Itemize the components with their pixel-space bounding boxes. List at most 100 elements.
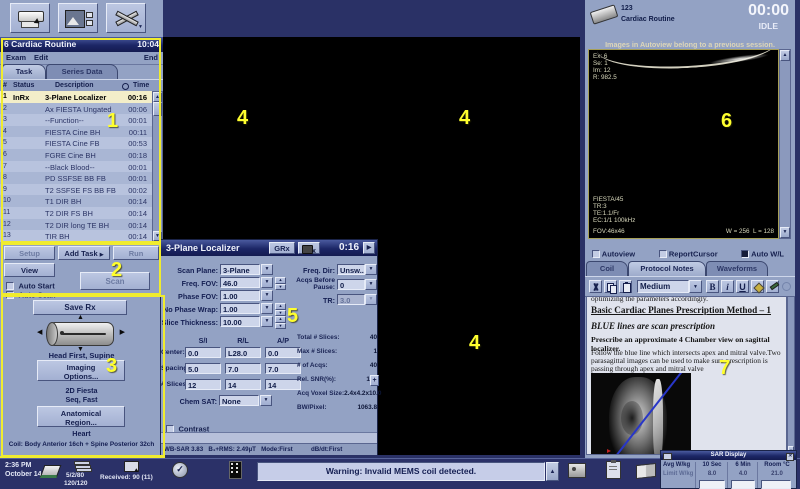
log-book-icon[interactable]	[636, 463, 656, 479]
spacing-ap[interactable]: 7.0	[265, 363, 301, 374]
film-icon[interactable]	[229, 461, 242, 479]
sar-minimize-icon[interactable]	[663, 453, 672, 460]
paste-button[interactable]	[619, 280, 632, 293]
task-row[interactable]: 1InRx3-Plane Localizer00:16	[0, 91, 152, 103]
draw-button[interactable]	[766, 280, 779, 293]
checkbox[interactable]	[659, 250, 667, 258]
task-row[interactable]: 13TIR BH00:14	[0, 230, 152, 242]
sar-input-10sec[interactable]	[699, 480, 725, 489]
autoview-scroll-down-icon[interactable]: ▼	[780, 227, 790, 238]
autoview-option-reportcursor[interactable]: ReportCursor	[659, 245, 718, 257]
queue-stack-icon[interactable]	[74, 461, 89, 471]
anatomical-region-button[interactable]: Anatomical Region...	[37, 406, 125, 427]
menu-end[interactable]: End	[144, 52, 158, 64]
received-computer-icon[interactable]	[124, 461, 139, 472]
task-row[interactable]: 4FIESTA Cine BH00:11	[0, 126, 152, 138]
exam-titlebar[interactable]: 6 Cardiac Routine 10:04	[0, 37, 163, 52]
task-row[interactable]: 2Ax FIESTA Ungated00:06	[0, 103, 152, 115]
freq-fov-dropdown[interactable]: ▼	[261, 277, 273, 288]
image-transfer-icon[interactable]	[568, 463, 586, 478]
panel-expand-button[interactable]: ▶	[363, 242, 375, 254]
copy-button[interactable]	[604, 280, 617, 293]
notes-content[interactable]: optimizing the parameters accordingly. B…	[586, 296, 787, 455]
scroll-thumb[interactable]	[153, 102, 162, 116]
autoview-option-autowl[interactable]: Auto W/L	[741, 245, 784, 257]
add-task-button[interactable]: Add Task ▶	[58, 246, 110, 260]
tab-coil[interactable]: Coil	[586, 261, 628, 276]
highlight-button[interactable]	[751, 280, 764, 293]
num-slices-rl[interactable]: 14	[225, 379, 261, 390]
up-arrow-icon[interactable]: ▲	[77, 314, 84, 321]
task-list-scrollbar[interactable]: ▲ ▼	[152, 91, 163, 242]
task-row[interactable]: 8PD SSFSE BB FB00:01	[0, 172, 152, 184]
no-phase-wrap-value[interactable]: 1.00	[220, 303, 260, 314]
center-si[interactable]: 0.0	[185, 347, 221, 358]
camera-x-button[interactable]: x	[298, 242, 320, 254]
tab-task[interactable]: Task	[2, 64, 46, 79]
sar-titlebar[interactable]: SAR Display ✕	[661, 451, 796, 460]
slice-thickness-stepper[interactable]: ▲▼	[275, 316, 286, 327]
run-button[interactable]: Run	[113, 246, 159, 260]
autoview-scrollbar[interactable]: ▲ ▼	[779, 49, 791, 239]
scan-plane-dropdown[interactable]: ▼	[261, 264, 273, 275]
view-button[interactable]: View	[4, 263, 55, 277]
patient-position-graphic[interactable]: ▲ ◀ ▶ ▼	[38, 317, 124, 350]
snr-plus-button[interactable]: +	[370, 375, 379, 386]
setup-button[interactable]: Setup	[4, 246, 55, 260]
center-rl[interactable]: L28.0	[225, 347, 261, 358]
task-row[interactable]: 10T1 DIR BH00:14	[0, 195, 152, 207]
autoview-option-autoview[interactable]: Autoview	[592, 245, 635, 257]
left-arrow-icon[interactable]: ◀	[37, 328, 42, 336]
underline-button[interactable]: U	[736, 280, 749, 293]
acqs-before-pause-value[interactable]: 0	[337, 279, 365, 290]
eraser-icon[interactable]	[40, 465, 62, 478]
sar-display-window[interactable]: SAR Display ✕ Avg W/kg 10 Sec 6 Min Room…	[660, 450, 797, 489]
autoview-scroll-up-icon[interactable]: ▲	[780, 50, 790, 61]
image-management-button[interactable]	[58, 3, 98, 33]
slice-thickness-value[interactable]: 10.00	[220, 316, 260, 327]
bold-button[interactable]: B	[706, 280, 719, 293]
menu-exam[interactable]: Exam	[6, 52, 26, 64]
auto-scan-checkbox[interactable]	[6, 291, 14, 299]
font-size-select[interactable]: Medium	[637, 280, 689, 293]
italic-button[interactable]: i	[721, 280, 734, 293]
task-row[interactable]: 11T2 DIR FS BH00:14	[0, 207, 152, 219]
task-row[interactable]: 5FIESTA Cine FB00:53	[0, 137, 152, 149]
chem-sat-value[interactable]: None	[219, 395, 259, 406]
report-clipboard-icon[interactable]	[606, 461, 621, 479]
freq-dir-dropdown[interactable]: ▼	[365, 264, 377, 275]
phase-fov-dropdown[interactable]: ▼	[261, 290, 273, 301]
num-slices-ap[interactable]: 14	[265, 379, 301, 390]
font-size-dropdown[interactable]: ▼	[689, 280, 702, 293]
check-circle-icon[interactable]: ✓	[172, 462, 188, 478]
autoview-viewport[interactable]: Ex: 6Se: 1Im: 12R: 982.5 FIESTA/45TR:3TE…	[588, 49, 779, 239]
tools-button[interactable]: ▼	[106, 3, 146, 33]
sar-input-6min[interactable]	[731, 480, 755, 489]
sar-input-room[interactable]	[761, 480, 791, 489]
freq-fov-value[interactable]: 46.0	[220, 277, 260, 288]
task-row[interactable]: 12T2 DIR long TE BH00:14	[0, 219, 152, 231]
task-row[interactable]: 3--Function--00:01	[0, 114, 152, 126]
save-rx-button[interactable]: Save Rx	[33, 300, 127, 315]
scan-plane-value[interactable]: 3-Plane	[220, 264, 260, 275]
tab-protocol-notes[interactable]: Protocol Notes	[628, 261, 706, 276]
cut-button[interactable]	[589, 280, 602, 293]
center-ap[interactable]: 0.0	[265, 347, 301, 358]
no-phase-wrap-dropdown[interactable]: ▼	[261, 303, 273, 314]
right-arrow-icon[interactable]: ▶	[120, 328, 125, 336]
spacing-si[interactable]: 5.0	[185, 363, 221, 374]
checkbox[interactable]	[592, 250, 600, 258]
tab-series-data[interactable]: Series Data	[46, 64, 118, 79]
grx-button[interactable]: GRx	[269, 242, 295, 254]
tab-waveforms[interactable]: Waveforms	[706, 261, 768, 276]
num-slices-si[interactable]: 12	[185, 379, 221, 390]
task-row[interactable]: 9T2 SSFSE FS BB FB00:02	[0, 184, 152, 196]
freq-dir-value[interactable]: Unsw...	[337, 264, 365, 275]
spacing-rl[interactable]: 7.0	[225, 363, 261, 374]
task-row[interactable]: 6FGRE Cine BH00:18	[0, 149, 152, 161]
slice-thickness-dropdown[interactable]: ▼	[261, 316, 273, 327]
scan-panel-titlebar[interactable]: 3-Plane Localizer GRx x 0:16 ▶	[161, 240, 377, 256]
phase-fov-value[interactable]: 1.00	[220, 290, 260, 301]
acqs-before-pause-dropdown[interactable]: ▼	[365, 279, 377, 290]
notes-scrollbar[interactable]: ▼	[787, 296, 795, 455]
